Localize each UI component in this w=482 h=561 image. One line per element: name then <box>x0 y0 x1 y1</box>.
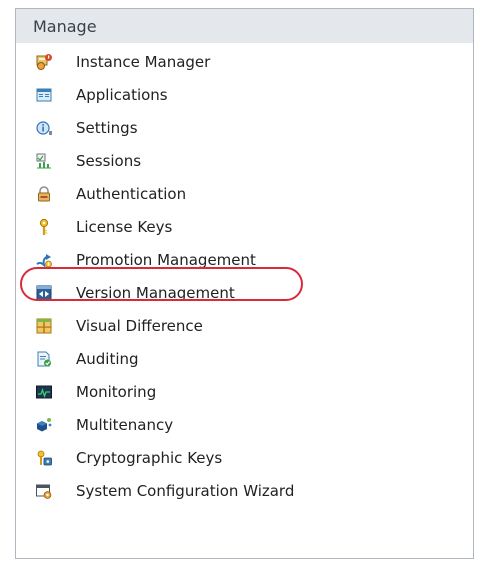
menu-item-sessions[interactable]: Sessions <box>16 144 473 178</box>
menu-item-label: Instance Manager <box>76 53 211 71</box>
system-configuration-wizard-icon <box>35 482 53 500</box>
multitenancy-icon <box>35 416 53 434</box>
menu-item-label: License Keys <box>76 218 173 236</box>
menu-item-authentication[interactable]: Authentication <box>16 177 473 211</box>
menu-item-label: Applications <box>76 86 168 104</box>
menu-item-multitenancy[interactable]: Multitenancy <box>16 408 473 442</box>
cryptographic-keys-icon <box>35 449 53 467</box>
menu-item-label: Authentication <box>76 185 187 203</box>
auditing-icon <box>35 350 53 368</box>
menu-item-label: Settings <box>76 119 138 137</box>
menu-item-label: Promotion Management <box>76 251 256 269</box>
monitoring-icon <box>35 383 53 401</box>
menu-item-label: Version Management <box>76 284 235 302</box>
menu-item-promotion-management[interactable]: Promotion Management <box>16 243 473 277</box>
manage-panel: Manage Instance Manager Applications Set… <box>15 8 474 559</box>
menu-item-monitoring[interactable]: Monitoring <box>16 375 473 409</box>
visual-difference-icon <box>35 317 53 335</box>
menu-item-system-configuration-wizard[interactable]: System Configuration Wizard <box>16 474 473 508</box>
menu-item-instance-manager[interactable]: Instance Manager <box>16 45 473 79</box>
promotion-management-icon <box>35 251 53 269</box>
menu-item-version-management[interactable]: Version Management <box>16 276 473 310</box>
menu-item-applications[interactable]: Applications <box>16 78 473 112</box>
menu-item-settings[interactable]: Settings <box>16 111 473 145</box>
menu-item-label: Visual Difference <box>76 317 203 335</box>
license-keys-icon <box>35 218 53 236</box>
version-management-icon <box>35 284 53 302</box>
menu-item-label: Auditing <box>76 350 139 368</box>
menu-item-cryptographic-keys[interactable]: Cryptographic Keys <box>16 441 473 475</box>
menu-item-auditing[interactable]: Auditing <box>16 342 473 376</box>
menu-item-label: Cryptographic Keys <box>76 449 223 467</box>
settings-icon <box>35 119 53 137</box>
instance-manager-icon <box>35 53 53 71</box>
applications-icon <box>35 86 53 104</box>
menu-item-license-keys[interactable]: License Keys <box>16 210 473 244</box>
menu-item-label: Multitenancy <box>76 416 174 434</box>
sessions-icon <box>35 152 53 170</box>
menu-item-visual-difference[interactable]: Visual Difference <box>16 309 473 343</box>
menu-item-label: Sessions <box>76 152 142 170</box>
panel-title: Manage <box>33 16 97 36</box>
menu-item-label: Monitoring <box>76 383 157 401</box>
panel-header: Manage <box>16 9 473 43</box>
authentication-icon <box>35 185 53 203</box>
menu-item-label: System Configuration Wizard <box>76 482 295 500</box>
